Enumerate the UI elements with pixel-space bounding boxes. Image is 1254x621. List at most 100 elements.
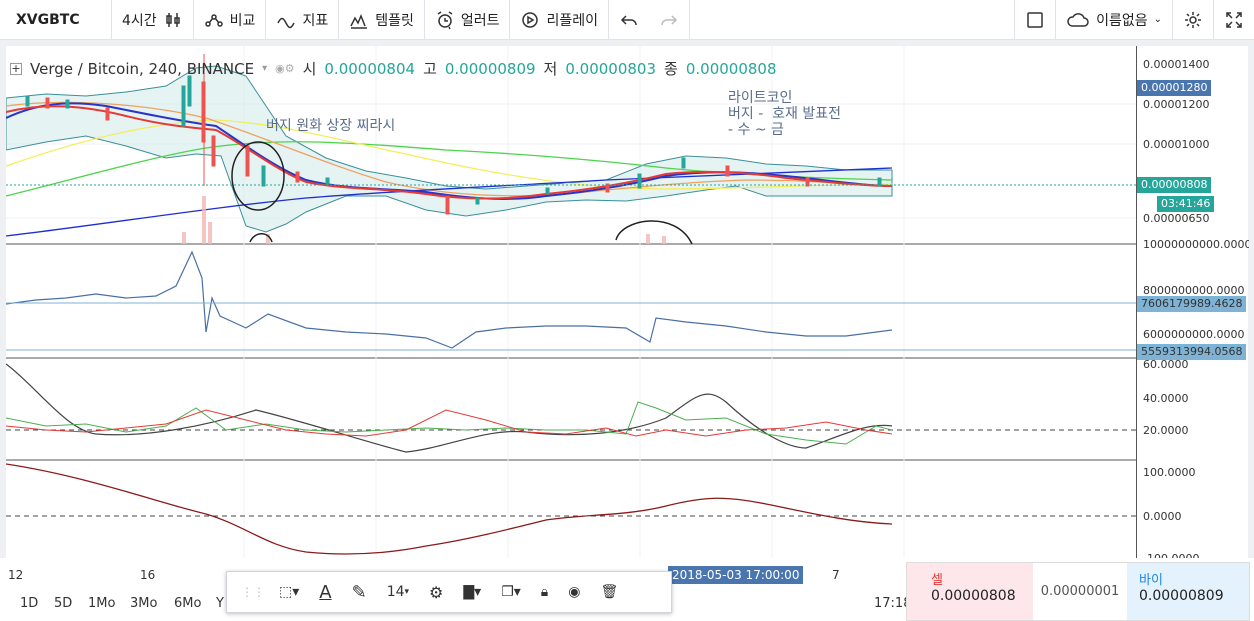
fullscreen-layout-button[interactable] (1014, 0, 1057, 40)
sell-button[interactable]: 셀 0.00000808 (907, 563, 1033, 620)
buy-price: 0.00000809 (1139, 588, 1224, 604)
replay-label: 리플레이 (546, 12, 599, 29)
trash-icon: 🗑︎ (600, 584, 619, 600)
font-size-value: 14 (386, 584, 405, 600)
chevron-down-icon[interactable]: ▾ (262, 63, 267, 74)
lock-icon: 🔒︎ (540, 584, 549, 600)
text-color-button[interactable]: A (309, 571, 341, 613)
redo-icon (661, 14, 678, 25)
font-size-select[interactable]: 14 ▾ (377, 571, 419, 613)
pane3-dark-line (5, 363, 893, 453)
gear-icon: ⚙ (429, 582, 444, 602)
drawing-arc (615, 220, 693, 245)
pane2-tick: 6000000000.0000 (1143, 328, 1245, 341)
redo-button[interactable] (649, 0, 691, 40)
trade-panel: 셀 0.00000808 0.00000001 바이 0.00000809 (906, 562, 1250, 621)
current-price-tag: 0.00001280 (1137, 80, 1212, 96)
pane2-value-tag: 7606179989.4628 (1137, 296, 1247, 312)
symbol-label: XVGBTC (16, 11, 80, 28)
range-6mo-button[interactable]: 6Mo (174, 596, 201, 611)
range-1mo-button[interactable]: 1Mo (88, 596, 115, 611)
settings-button[interactable] (1173, 0, 1214, 40)
symbol-button[interactable]: XVGBTC (0, 0, 112, 40)
price-tick: 0.00001000 (1143, 138, 1210, 151)
alarm-clock-icon (437, 10, 453, 29)
indicators-icon (277, 17, 296, 28)
eye-icon: ◉ (568, 584, 581, 600)
hide-button[interactable]: ◉ (558, 571, 590, 613)
compare-label: 비교 (229, 12, 256, 29)
text-annotation[interactable]: 라이트코인 버지 - 호재 발표전 - 수 ~ 금 (728, 90, 841, 138)
range-1d-button[interactable]: 1D (20, 596, 38, 611)
undo-button[interactable] (609, 0, 649, 40)
delete-button[interactable]: 🗑︎ (590, 571, 628, 613)
price-tick: 0.00001400 (1143, 58, 1210, 71)
bar-countdown: 03:41:46 (1157, 196, 1215, 212)
fullscreen-button[interactable] (1214, 0, 1254, 40)
alert-label: 얼러트 (460, 12, 500, 29)
lock-button[interactable]: 🔒︎ (531, 571, 558, 613)
expand-icon (1226, 11, 1242, 28)
chart-legend: + Verge / Bitcoin, 240, BINANCE ▾ ◉⚙ 시 0.… (10, 58, 777, 79)
range-1y-button[interactable]: Y (216, 596, 224, 611)
indicators-label: 지표 (302, 12, 329, 29)
settings-button[interactable]: ⚙ (419, 571, 453, 613)
range-3mo-button[interactable]: 3Mo (130, 596, 157, 611)
close-label: 종 (664, 60, 678, 78)
sell-label: 셀 (931, 573, 943, 588)
time-tick: 16 (140, 568, 156, 582)
line-style-button[interactable]: ⬚▾ (269, 571, 309, 613)
legend-toggle-icon[interactable]: + (10, 62, 22, 75)
pane2-tick: 10000000000.0000 (1143, 238, 1249, 251)
buy-button[interactable]: 바이 0.00000809 (1127, 563, 1249, 620)
price-scale[interactable]: 0.00001400 0.00001280 0.00001200 0.00001… (1136, 46, 1249, 565)
replay-button[interactable]: 리플레이 (510, 0, 610, 40)
high-value: 0.00000809 (444, 59, 536, 78)
drag-handle-icon[interactable]: ⋮⋮ (241, 585, 265, 599)
chevron-down-icon: ⌄ (1153, 14, 1162, 25)
high-label: 고 (423, 60, 437, 78)
sell-price: 0.00000808 (931, 588, 1016, 604)
pane3-tick: 20.0000 (1143, 424, 1189, 437)
templates-icon (350, 13, 368, 29)
chart-panes[interactable] (5, 46, 1136, 558)
drawing-toolbar: ⋮⋮ ⬚▾ A ✎ 14 ▾ ⚙ ▇▾ ❐▾ 🔒︎ ◉ 🗑︎ (226, 571, 672, 613)
replay-icon (522, 11, 539, 28)
pane3-red-line (5, 409, 893, 437)
low-value: 0.00000803 (565, 59, 657, 78)
compare-button[interactable]: 비교 (194, 0, 267, 40)
templates-label: 템플릿 (375, 12, 414, 29)
clone-button[interactable]: ❐▾ (491, 571, 531, 613)
pane4-series (5, 463, 893, 555)
range-5d-button[interactable]: 5D (54, 596, 72, 611)
low-label: 저 (543, 60, 558, 78)
pane4-tick: 100.0000 (1143, 466, 1196, 479)
layers-icon: ▇▾ (463, 584, 482, 600)
close-value: 0.00000808 (685, 59, 777, 78)
layout-save-button[interactable]: 이름없음 ⌄ (1056, 0, 1173, 40)
line-style-icon: ⬚▾ (279, 584, 300, 600)
compare-icon (204, 13, 223, 27)
chevron-down-icon: ▾ (404, 587, 410, 597)
visual-order-button[interactable]: ▇▾ (453, 571, 491, 613)
pen-color-button[interactable]: ✎ (342, 571, 377, 613)
visibility-icon[interactable]: ◉⚙ (275, 62, 294, 75)
last-price-tag: 0.00000808 (1137, 177, 1212, 193)
chart-svg (5, 46, 1136, 558)
symbol-title: Verge / Bitcoin, 240, BINANCE (30, 59, 255, 78)
alert-button[interactable]: 얼러트 (425, 0, 511, 40)
text-color-icon: A (319, 581, 332, 603)
buy-label: 바이 (1139, 573, 1163, 588)
time-tick: 12 (8, 568, 24, 582)
price-tick: 0.00000650 (1143, 212, 1210, 225)
spread-value: 0.00000001 (1040, 584, 1120, 599)
templates-button[interactable]: 템플릿 (339, 0, 425, 40)
indicators-button[interactable]: 지표 (266, 0, 340, 40)
pane2-series (5, 250, 893, 349)
interval-button[interactable]: 4시간 (112, 0, 194, 40)
text-annotation[interactable]: 버지 원화 상장 찌라시 (266, 118, 395, 134)
pane3-green-line (5, 401, 893, 445)
top-toolbar: XVGBTC 4시간 비교 지표 템플릿 얼러트 리플레이 이름없음 ⌄ (0, 0, 1254, 40)
cloud-icon (1067, 12, 1089, 27)
time-tick: 7 (832, 568, 840, 582)
